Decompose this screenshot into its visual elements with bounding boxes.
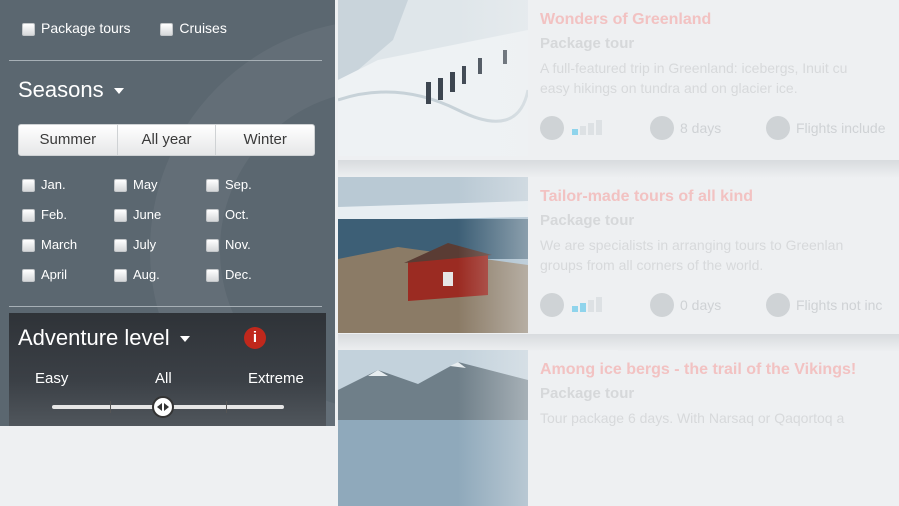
caret-down-icon [113,88,124,95]
divider [9,306,322,307]
checkbox-icon[interactable] [114,239,127,253]
filter-sidebar: Package tours Cruises Seasons Summer All… [0,0,335,426]
slider-tick [110,401,111,413]
difficulty-bars [572,120,604,140]
difficulty-indicator [540,116,604,142]
month-nov[interactable]: Nov. [206,237,251,253]
checkbox-icon[interactable] [114,179,127,193]
month-oct[interactable]: Oct. [206,207,249,223]
slider-tick [226,401,227,413]
difficulty-bars [572,297,604,317]
checkbox-icon[interactable] [160,22,174,36]
tour-card[interactable]: Among ice bergs - the trail of the Vikin… [338,350,899,506]
calendar-icon [650,116,674,140]
month-sep[interactable]: Sep. [206,177,252,193]
month-dec[interactable]: Dec. [206,267,252,283]
tour-description: A full-featured trip in Greenland: icebe… [540,60,848,96]
tour-description: We are specialists in arranging tours to… [540,237,844,273]
level-all-label: All [155,370,172,387]
month-may[interactable]: May [114,177,158,193]
month-aug[interactable]: Aug. [114,267,160,283]
tour-card[interactable]: Wonders of Greenland Package tour A full… [338,0,899,156]
checkbox-icon[interactable] [206,269,219,283]
mountain-icon [540,116,564,140]
season-winter[interactable]: Winter [215,125,314,155]
tour-title[interactable]: Tailor-made tours of all kind [540,188,899,206]
checkbox-icon[interactable] [22,22,35,36]
season-segmented-control: Summer All year Winter [18,124,315,156]
adventure-slider-handle[interactable] [152,396,174,418]
plane-icon [766,116,790,140]
card-separator [338,160,899,178]
flights-info: Flights not inc [766,293,882,319]
month-jan[interactable]: Jan. [22,177,66,193]
checkbox-icon[interactable] [22,209,35,223]
level-easy-label: Easy [35,370,69,387]
tour-card[interactable]: Tailor-made tours of all kind Package to… [338,177,899,333]
adventure-level-dropdown[interactable]: Adventure level [18,325,190,351]
tour-meta: 0 days Flights not inc [540,293,899,319]
tour-meta: 8 days Flights include [540,116,899,142]
divider [9,60,322,61]
seasons-dropdown[interactable]: Seasons [18,77,124,103]
info-icon[interactable]: i [244,327,266,349]
checkbox-icon[interactable] [206,209,219,223]
season-all-year[interactable]: All year [116,125,216,155]
tour-title[interactable]: Among ice bergs - the trail of the Vikin… [540,361,899,379]
tour-description: Tour package 6 days. With Narsaq or Qaqo… [540,410,845,426]
month-april[interactable]: April [22,267,67,283]
checkbox-icon[interactable] [206,239,219,253]
checkbox-icon[interactable] [114,209,127,223]
plane-icon [766,293,790,317]
adventure-level-panel: Adventure level i Easy All Extreme [9,313,326,426]
difficulty-indicator [540,293,604,319]
month-march[interactable]: March [22,237,77,253]
checkbox-icon[interactable] [22,239,35,253]
calendar-icon [650,293,674,317]
checkbox-icon[interactable] [22,269,35,283]
month-feb[interactable]: Feb. [22,207,67,223]
flights-info: Flights include [766,116,886,142]
tour-type-filters: Package tours Cruises [22,20,253,36]
package-tours-checkbox[interactable]: Package tours [22,20,131,36]
cruises-checkbox[interactable]: Cruises [160,20,227,36]
tour-type: Package tour [540,35,635,52]
mountain-icon [540,293,564,317]
checkbox-icon[interactable] [22,179,35,193]
month-june[interactable]: June [114,207,161,223]
checkbox-icon[interactable] [206,179,219,193]
level-extreme-label: Extreme [248,370,304,387]
tour-title[interactable]: Wonders of Greenland [540,11,899,29]
tour-type: Package tour [540,385,635,402]
tour-type: Package tour [540,212,635,229]
duration-info: 0 days [650,293,721,319]
month-july[interactable]: July [114,237,156,253]
season-summer[interactable]: Summer [19,125,117,155]
duration-info: 8 days [650,116,721,142]
checkbox-icon[interactable] [114,269,127,283]
caret-down-icon [179,336,190,343]
